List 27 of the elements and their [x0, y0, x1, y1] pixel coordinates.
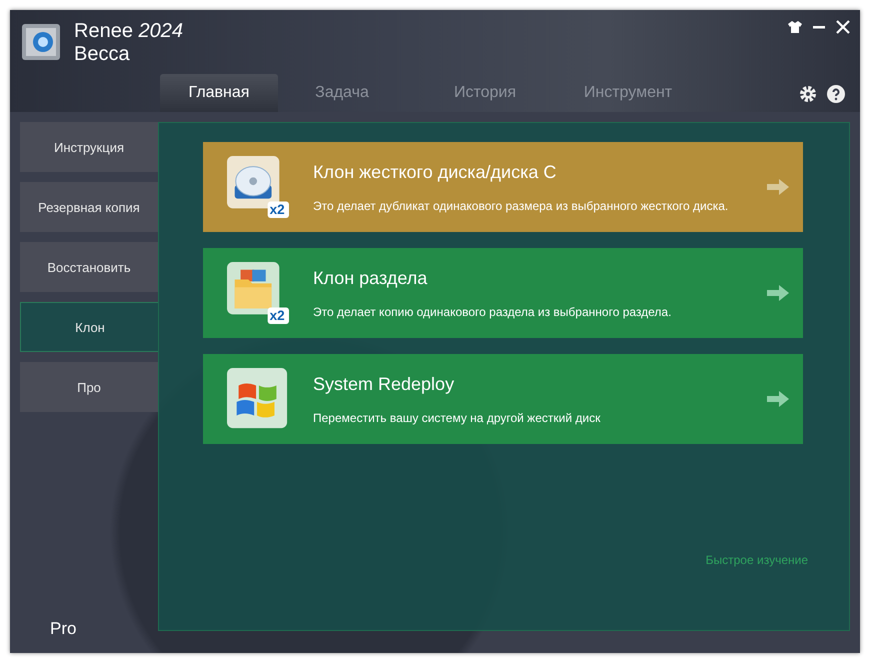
sidebar-item[interactable]: Восстановить — [20, 242, 158, 292]
app-subtitle: Becca — [74, 43, 131, 66]
sidebar-item[interactable]: Про — [20, 362, 158, 412]
clone-option-card[interactable]: x2 Клон раздела Это делает копию одинакового раздела из выбранного раздела. — [203, 248, 803, 338]
card-title: Клон жесткого диска/диска C — [313, 162, 558, 182]
close-icon[interactable] — [836, 20, 850, 34]
card-description: Переместить вашу систему на другой жесткий диск — [313, 410, 602, 424]
sidebar-item[interactable]: Инструкция — [20, 122, 158, 172]
arrow-icon — [767, 179, 789, 195]
sidebar-item[interactable]: Клон — [20, 302, 159, 352]
arrow-icon — [767, 285, 789, 301]
clone-option-card[interactable]: System Redeploy Переместить вашу систему на другой жесткий диск — [203, 354, 803, 444]
card-description: Это делает копию одинакового раздела из выбранного раздела. — [313, 304, 672, 318]
settings-icon[interactable] — [799, 85, 817, 103]
app-title: Renee 2024 — [74, 20, 183, 43]
sidebar-item[interactable]: Резервная копия — [20, 182, 158, 232]
clone-option-card[interactable]: x2 Клон жесткого диска/диска C Это делает дубликат одинакового размера из выбранного жесткого диска. — [203, 142, 803, 232]
edition-label: Pro — [50, 619, 76, 639]
windows-flag-icon — [227, 368, 289, 430]
card-description: Это делает дубликат одинакового размера из выбранного жесткого диска. — [313, 198, 730, 212]
card-title: Клон раздела — [313, 268, 428, 288]
arrow-icon — [767, 391, 789, 407]
help-icon[interactable] — [827, 85, 845, 103]
tab[interactable]: Главная — [160, 74, 278, 112]
card-title: System Redeploy — [313, 374, 456, 394]
shirt-icon[interactable] — [788, 21, 802, 33]
tab[interactable]: Задача — [283, 74, 401, 112]
